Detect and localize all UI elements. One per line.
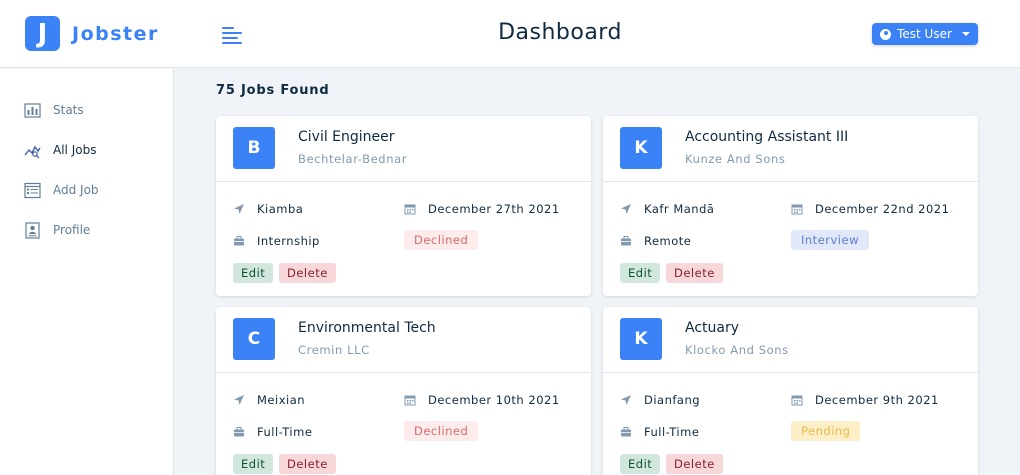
job-type: Full-Time: [644, 425, 700, 439]
job-position: Environmental Tech: [298, 320, 436, 336]
job-position: Civil Engineer: [298, 129, 395, 145]
briefcase-icon: [621, 427, 631, 437]
sidebar-item-profile[interactable]: Profile: [24, 220, 90, 240]
sidebar-item-label: Add Job: [53, 183, 99, 197]
jobs-count-heading: 75 Jobs Found: [216, 83, 330, 98]
location-arrow-icon: [621, 204, 631, 214]
edit-button[interactable]: Edit: [233, 454, 274, 474]
company-avatar: K: [620, 318, 662, 360]
sidebar: Stats All Jobs Add Job Profile: [0, 69, 174, 475]
briefcase-icon: [234, 236, 244, 246]
job-location: Dianfang: [644, 393, 701, 407]
calendar-icon: [791, 204, 803, 215]
briefcase-icon: [621, 236, 631, 246]
status-badge: Declined: [404, 421, 479, 441]
bar-chart-icon: [24, 102, 41, 118]
status-badge: Declined: [404, 230, 479, 250]
job-location: Meixian: [257, 393, 306, 407]
job-company: Bechtelar-Bednar: [298, 152, 408, 166]
delete-button[interactable]: Delete: [279, 263, 336, 283]
edit-button[interactable]: Edit: [233, 263, 274, 283]
job-company: Kunze And Sons: [685, 152, 786, 166]
edit-button[interactable]: Edit: [620, 263, 661, 283]
sidebar-item-stats[interactable]: Stats: [24, 100, 84, 120]
job-card: K Accounting Assistant III Kunze And Son…: [603, 116, 978, 296]
delete-button[interactable]: Delete: [666, 263, 723, 283]
job-card: C Environmental Tech Cremin LLC Meixian …: [216, 307, 591, 475]
user-name: Test User: [897, 27, 952, 41]
job-date: December 27th 2021: [428, 202, 560, 216]
user-circle-icon: [880, 28, 892, 40]
line-chart-icon: [24, 145, 41, 158]
company-avatar: C: [233, 318, 275, 360]
job-card: K Actuary Klocko And Sons Dianfang Decem…: [603, 307, 978, 475]
job-position: Actuary: [685, 320, 740, 336]
status-badge: Pending: [791, 421, 861, 441]
caret-down-icon: [961, 32, 970, 36]
delete-button[interactable]: Delete: [279, 454, 336, 474]
page-title: Dashboard: [498, 20, 622, 45]
calendar-icon: [791, 395, 803, 406]
status-badge: Interview: [791, 230, 869, 250]
job-company: Cremin LLC: [298, 343, 370, 357]
user-menu-button[interactable]: Test User: [872, 23, 978, 45]
sidebar-item-label: Stats: [53, 103, 84, 117]
job-position: Accounting Assistant III: [685, 129, 849, 145]
job-date: December 22nd 2021: [815, 202, 950, 216]
form-icon: [24, 182, 41, 198]
location-arrow-icon: [621, 395, 631, 405]
company-avatar: K: [620, 127, 662, 169]
id-card-icon: [25, 221, 40, 239]
location-arrow-icon: [234, 204, 244, 214]
job-location: Kafr Mandā: [644, 202, 715, 216]
job-card: B Civil Engineer Bechtelar-Bednar Kiamba…: [216, 116, 591, 296]
calendar-icon: [404, 204, 416, 215]
sidebar-item-all-jobs[interactable]: All Jobs: [24, 140, 96, 160]
job-date: December 9th 2021: [815, 393, 939, 407]
delete-button[interactable]: Delete: [666, 454, 723, 474]
edit-button[interactable]: Edit: [620, 454, 661, 474]
job-type: Full-Time: [257, 425, 313, 439]
sidebar-item-add-job[interactable]: Add Job: [24, 180, 99, 200]
job-location: Kiamba: [257, 202, 304, 216]
job-type: Remote: [644, 234, 692, 248]
location-arrow-icon: [234, 395, 244, 405]
job-company: Klocko And Sons: [685, 343, 789, 357]
job-date: December 10th 2021: [428, 393, 560, 407]
calendar-icon: [404, 395, 416, 406]
job-type: Internship: [257, 234, 320, 248]
briefcase-icon: [234, 427, 244, 437]
sidebar-item-label: All Jobs: [53, 143, 97, 157]
sidebar-item-label: Profile: [53, 223, 91, 237]
company-avatar: B: [233, 127, 275, 169]
top-navbar: J Jobster Dashboard Test User: [0, 0, 1020, 68]
